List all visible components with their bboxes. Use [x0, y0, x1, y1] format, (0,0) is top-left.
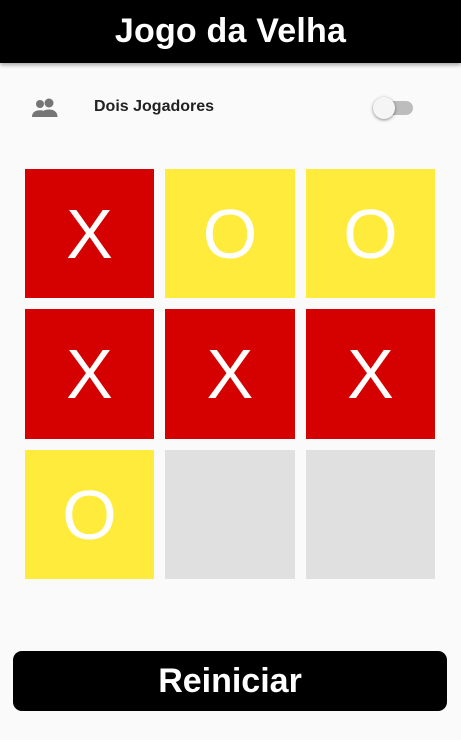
restart-button[interactable]: Reiniciar: [13, 651, 447, 711]
app-bar: Jogo da Velha: [0, 0, 461, 63]
board-cell[interactable]: X: [25, 309, 154, 439]
game-board: X O O X X X O: [25, 169, 435, 579]
board-cell[interactable]: X: [306, 309, 435, 439]
two-players-row: Dois Jogadores: [0, 88, 461, 128]
board-cell[interactable]: O: [25, 450, 154, 579]
board-cell[interactable]: X: [25, 169, 154, 298]
two-players-label: Dois Jogadores: [94, 98, 215, 115]
people-icon: [31, 97, 59, 119]
board-cell[interactable]: O: [306, 169, 435, 298]
two-players-switch[interactable]: [373, 96, 415, 120]
board-cell[interactable]: [306, 450, 435, 579]
app-title: Jogo da Velha: [114, 12, 347, 50]
app-root: Jogo da Velha Dois Jogadores X O O X X X…: [0, 0, 461, 740]
board-cell[interactable]: [165, 450, 295, 579]
switch-thumb: [373, 97, 395, 119]
board-cell[interactable]: X: [165, 309, 295, 439]
board-cell[interactable]: O: [165, 169, 295, 298]
